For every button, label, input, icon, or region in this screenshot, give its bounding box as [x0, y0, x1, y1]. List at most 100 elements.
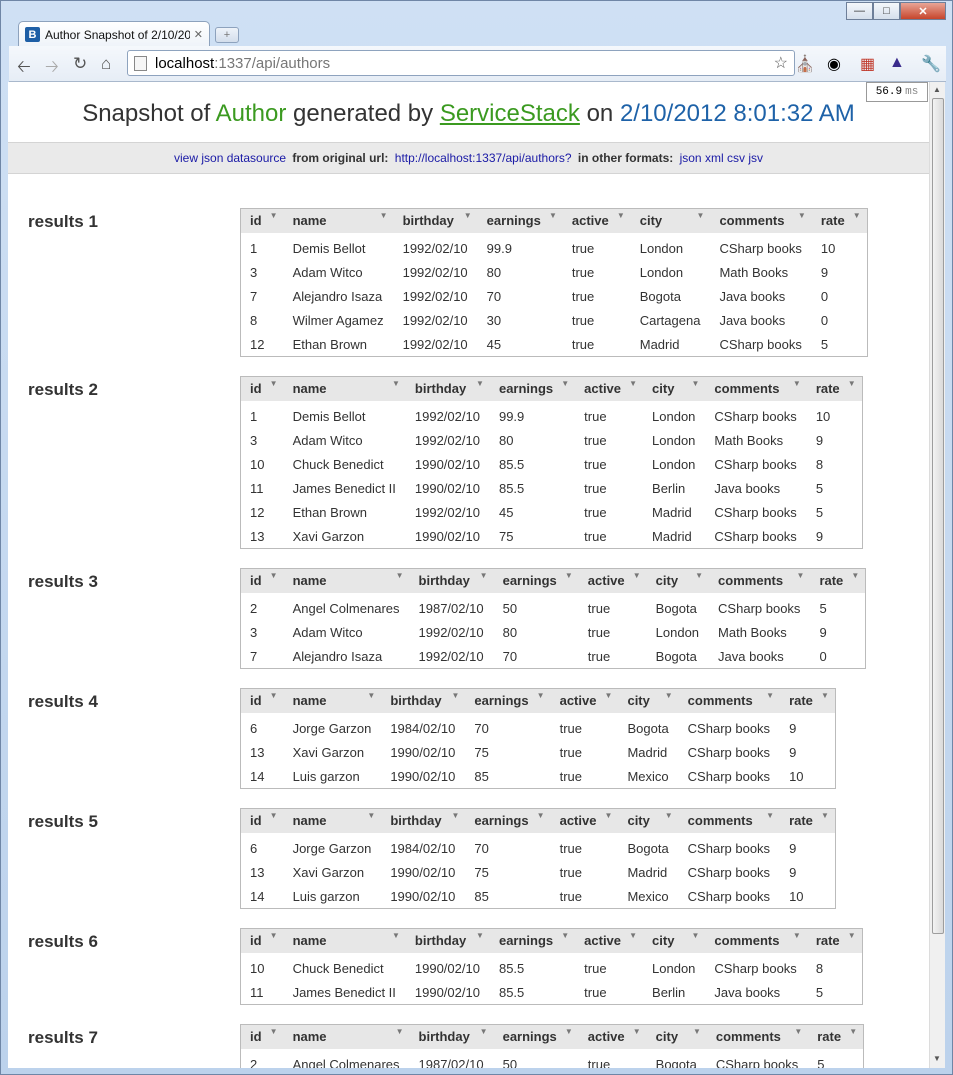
extension-calendar-icon[interactable]: ▦	[860, 54, 875, 74]
scroll-up-icon[interactable]: ▲	[933, 85, 941, 94]
sort-arrow-icon[interactable]: ▼	[766, 691, 774, 700]
sort-arrow-icon[interactable]: ▼	[794, 1027, 802, 1036]
column-header-rate[interactable]: rate ▼	[810, 568, 866, 593]
sort-arrow-icon[interactable]: ▼	[565, 1027, 573, 1036]
column-header-rate[interactable]: rate ▼	[780, 808, 836, 833]
column-header-name[interactable]: name ▼	[283, 808, 382, 833]
scroll-thumb[interactable]	[932, 98, 944, 934]
sort-arrow-icon[interactable]: ▼	[396, 1027, 404, 1036]
format-json-link[interactable]: json	[680, 151, 702, 165]
sort-arrow-icon[interactable]: ▼	[692, 931, 700, 940]
column-header-comments[interactable]: comments ▼	[678, 688, 781, 713]
column-header-active[interactable]: active ▼	[550, 808, 619, 833]
sort-arrow-icon[interactable]: ▼	[821, 811, 829, 820]
column-header-rate[interactable]: rate ▼	[806, 376, 863, 401]
sort-arrow-icon[interactable]: ▼	[392, 379, 400, 388]
column-header-id[interactable]: id ▼	[240, 808, 284, 833]
vertical-scrollbar[interactable]: ▲ ▼	[929, 82, 945, 1068]
extension-bowl-icon[interactable]: ⛪	[795, 54, 815, 74]
column-header-city[interactable]: city ▼	[643, 928, 706, 953]
column-header-id[interactable]: id ▼	[240, 688, 284, 713]
column-header-city[interactable]: city ▼	[618, 808, 679, 833]
column-header-active[interactable]: active ▼	[575, 376, 644, 401]
column-header-rate[interactable]: rate ▼	[811, 208, 868, 233]
column-header-rate[interactable]: rate ▼	[780, 688, 836, 713]
sort-arrow-icon[interactable]: ▼	[848, 379, 856, 388]
sort-arrow-icon[interactable]: ▼	[849, 1027, 857, 1036]
sort-arrow-icon[interactable]: ▼	[392, 931, 400, 940]
column-header-city[interactable]: city ▼	[630, 208, 711, 233]
sort-arrow-icon[interactable]: ▼	[476, 379, 484, 388]
sort-arrow-icon[interactable]: ▼	[464, 211, 472, 220]
column-header-comments[interactable]: comments ▼	[709, 568, 811, 593]
sort-arrow-icon[interactable]: ▼	[537, 811, 545, 820]
scroll-down-icon[interactable]: ▼	[933, 1054, 941, 1063]
sort-arrow-icon[interactable]: ▼	[380, 211, 388, 220]
sort-arrow-icon[interactable]: ▼	[697, 211, 705, 220]
column-header-rate[interactable]: rate ▼	[806, 928, 863, 953]
column-header-city[interactable]: city ▼	[618, 688, 679, 713]
address-bar[interactable]: localhost:1337/api/authors ☆	[127, 50, 795, 76]
sort-arrow-icon[interactable]: ▼	[617, 211, 625, 220]
column-header-birthday[interactable]: birthday ▼	[381, 808, 466, 833]
column-header-earnings[interactable]: earnings ▼	[465, 808, 551, 833]
sort-arrow-icon[interactable]: ▼	[629, 379, 637, 388]
extension-color-icon[interactable]: ◉	[827, 54, 841, 74]
minimize-button[interactable]: —	[846, 2, 873, 20]
column-header-city[interactable]: city ▼	[643, 376, 706, 401]
sort-arrow-icon[interactable]: ▼	[665, 691, 673, 700]
column-header-name[interactable]: name ▼	[283, 568, 410, 593]
sort-arrow-icon[interactable]: ▼	[367, 691, 375, 700]
column-header-birthday[interactable]: birthday ▼	[405, 376, 490, 401]
sort-arrow-icon[interactable]: ▼	[629, 931, 637, 940]
column-header-birthday[interactable]: birthday ▼	[393, 208, 478, 233]
column-header-name[interactable]: name ▼	[283, 928, 406, 953]
new-tab-button[interactable]: +	[215, 27, 239, 43]
column-header-id[interactable]: id ▼	[240, 208, 284, 233]
sort-arrow-icon[interactable]: ▼	[476, 931, 484, 940]
sort-arrow-icon[interactable]: ▼	[633, 571, 641, 580]
format-xml-link[interactable]: xml	[705, 151, 724, 165]
sort-arrow-icon[interactable]: ▼	[270, 691, 278, 700]
column-header-id[interactable]: id ▼	[240, 1024, 284, 1049]
reload-icon[interactable]: ↻	[73, 54, 87, 74]
wrench-menu-icon[interactable]: 🔧	[921, 54, 941, 74]
sort-arrow-icon[interactable]: ▼	[695, 571, 703, 580]
column-header-comments[interactable]: comments ▼	[706, 1024, 809, 1049]
column-header-birthday[interactable]: birthday ▼	[405, 928, 490, 953]
sort-arrow-icon[interactable]: ▼	[605, 811, 613, 820]
column-header-comments[interactable]: comments ▼	[710, 208, 812, 233]
sort-arrow-icon[interactable]: ▼	[480, 1027, 488, 1036]
column-header-earnings[interactable]: earnings ▼	[477, 208, 563, 233]
close-tab-icon[interactable]: ✕	[194, 28, 203, 41]
sort-arrow-icon[interactable]: ▼	[367, 811, 375, 820]
extension-puzzle-icon[interactable]: ▲	[889, 54, 905, 72]
column-header-id[interactable]: id ▼	[240, 568, 284, 593]
servicestack-link[interactable]: ServiceStack	[440, 100, 580, 127]
column-header-earnings[interactable]: earnings ▼	[493, 568, 579, 593]
column-header-comments[interactable]: comments ▼	[678, 808, 781, 833]
column-header-name[interactable]: name ▼	[283, 376, 406, 401]
column-header-earnings[interactable]: earnings ▼	[489, 928, 576, 953]
sort-arrow-icon[interactable]: ▼	[851, 571, 859, 580]
back-icon[interactable]: 🡠	[17, 54, 31, 83]
column-header-active[interactable]: active ▼	[550, 688, 619, 713]
sort-arrow-icon[interactable]: ▼	[537, 691, 545, 700]
format-jsv-link[interactable]: jsv	[748, 151, 763, 165]
sort-arrow-icon[interactable]: ▼	[793, 379, 801, 388]
column-header-earnings[interactable]: earnings ▼	[493, 1024, 579, 1049]
column-header-earnings[interactable]: earnings ▼	[489, 376, 576, 401]
home-icon[interactable]: ⌂	[101, 54, 111, 74]
maximize-button[interactable]: □	[873, 2, 900, 20]
sort-arrow-icon[interactable]: ▼	[692, 379, 700, 388]
column-header-comments[interactable]: comments ▼	[705, 928, 807, 953]
sort-arrow-icon[interactable]: ▼	[561, 379, 569, 388]
column-header-id[interactable]: id ▼	[240, 376, 284, 401]
view-json-link[interactable]: view json datasource	[174, 151, 286, 165]
sort-arrow-icon[interactable]: ▼	[665, 811, 673, 820]
column-header-id[interactable]: id ▼	[240, 928, 284, 953]
sort-arrow-icon[interactable]: ▼	[798, 211, 806, 220]
sort-arrow-icon[interactable]: ▼	[270, 379, 278, 388]
column-header-birthday[interactable]: birthday ▼	[381, 688, 466, 713]
column-header-active[interactable]: active ▼	[578, 568, 647, 593]
